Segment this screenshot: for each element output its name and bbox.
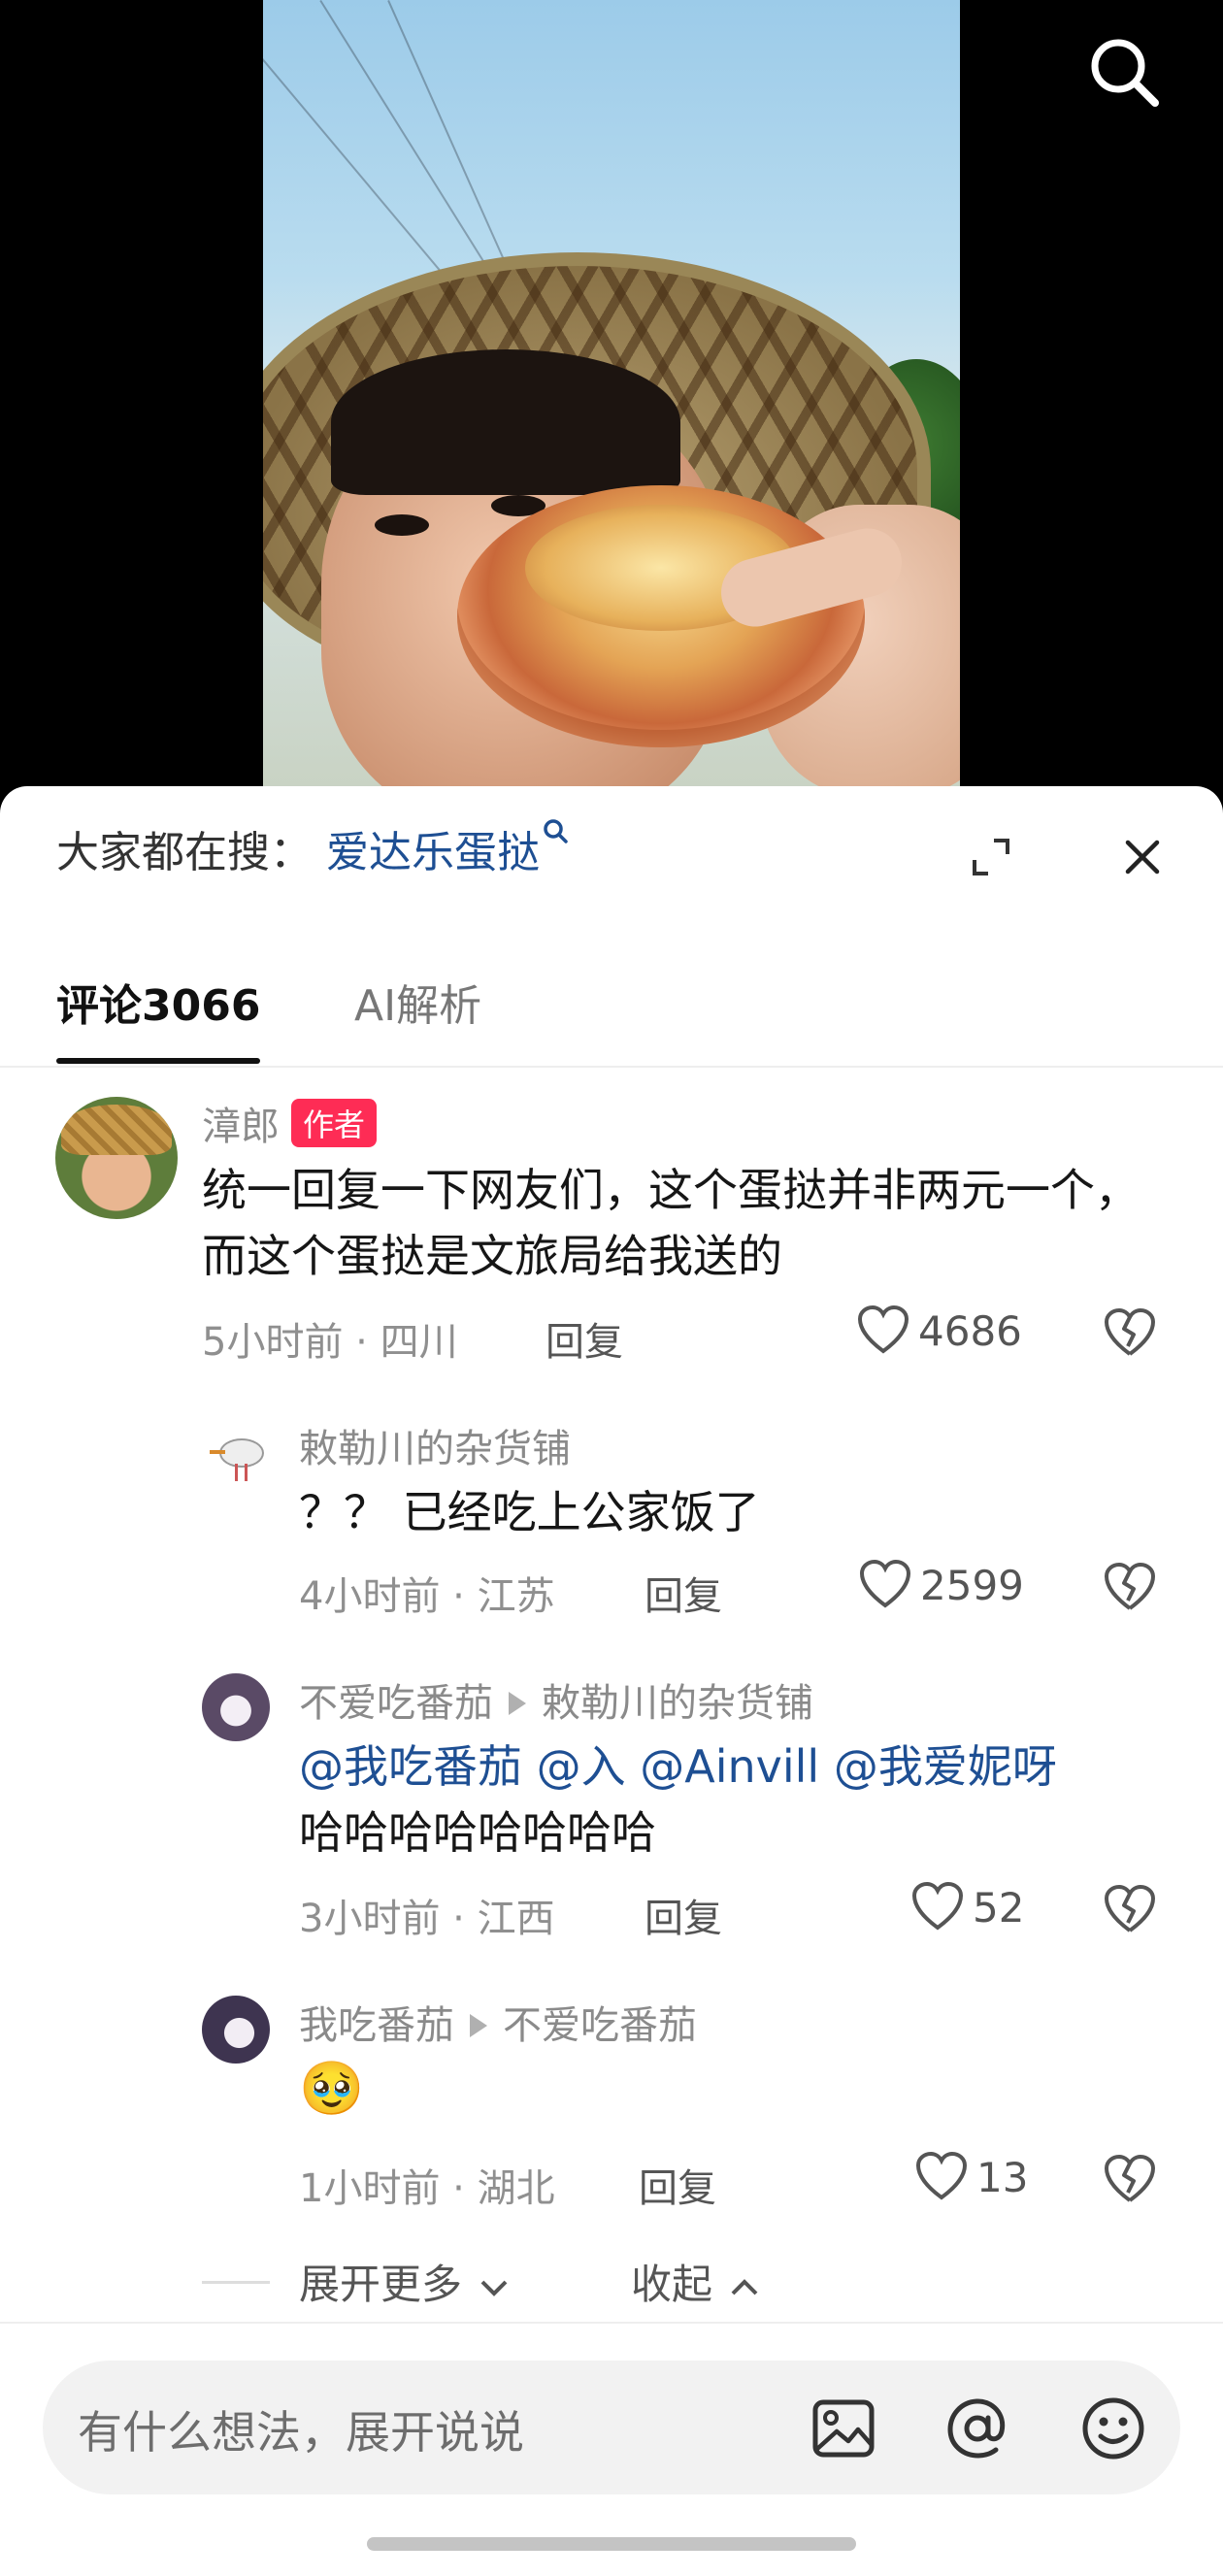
like-count: 13: [976, 2154, 1029, 2201]
like-button[interactable]: 13: [914, 2151, 1028, 2201]
expand-icon[interactable]: [967, 833, 1015, 881]
comment-text: 统一回复一下网友们，这个蛋挞并非两元一个，而这个蛋挞是文旅局给我送的: [202, 1164, 1140, 1282]
reply-to-username[interactable]: 不爱吃番茄: [503, 2003, 697, 2048]
mentions[interactable]: @我吃番茄 @入 @Ainvill @我爱妮呀: [299, 1734, 1173, 1800]
comment-meta: 1小时前 · 湖北: [299, 2166, 555, 2211]
comment-input-bar: 有什么想法，展开说说: [0, 2322, 1223, 2576]
avatar[interactable]: [202, 1996, 270, 2064]
broken-heart-icon[interactable]: [1103, 1560, 1157, 1614]
collapse-label: 收起: [631, 2261, 713, 2308]
username[interactable]: 漳郎: [202, 1105, 280, 1149]
comment-text: 哈哈哈哈哈哈哈哈: [299, 1806, 656, 1859]
chevron-up-icon: [731, 2279, 758, 2295]
hot-search: 大家都在搜： 爱达乐蛋挞: [56, 817, 569, 879]
hot-search-keyword[interactable]: 爱达乐蛋挞: [326, 828, 540, 877]
like-count: 52: [973, 1884, 1025, 1932]
tab-bar: 评论3066 AI解析: [0, 961, 1223, 1068]
heart-icon: [859, 1559, 911, 1608]
eye: [375, 514, 429, 536]
comment-meta: 3小时前 · 江西: [299, 1897, 555, 1941]
sky-wire: [263, 58, 470, 306]
broken-heart-icon[interactable]: [1103, 2152, 1157, 2206]
heart-icon: [915, 2151, 968, 2200]
broken-heart-icon[interactable]: [1103, 1882, 1157, 1936]
home-indicator[interactable]: [367, 2537, 856, 2551]
video-player[interactable]: [263, 0, 960, 786]
comment-meta: 5小时前 · 四川: [202, 1320, 458, 1365]
like-button[interactable]: 2599: [858, 1559, 1024, 1609]
reply-to-username[interactable]: 敕勒川的杂货铺: [542, 1681, 813, 1726]
input-placeholder: 有什么想法，展开说说: [78, 2406, 524, 2459]
hot-search-label: 大家都在搜：: [56, 828, 313, 877]
avatar[interactable]: [55, 1097, 178, 1219]
thread-controls: 展开更多 收起: [202, 2252, 881, 2310]
reply-button[interactable]: 回复: [645, 1565, 722, 1621]
emoji-icon[interactable]: [1079, 2394, 1147, 2462]
avatar[interactable]: [202, 1673, 270, 1741]
expand-more-button[interactable]: 展开更多: [299, 2252, 513, 2311]
comment-header: 我吃番茄 不爱吃番茄: [299, 1994, 697, 2050]
reply-button[interactable]: 回复: [639, 2157, 716, 2213]
avatar[interactable]: [202, 1419, 270, 1487]
comment-emoji: 🥹: [299, 2058, 365, 2119]
like-count: 2599: [920, 1562, 1024, 1609]
comment-sheet: 大家都在搜： 爱达乐蛋挞 评论3066 AI解析 漳郎 作者 统一回复一下网友们，这…: [0, 786, 1223, 2576]
chevron-down-icon: [480, 2280, 508, 2296]
comment-input[interactable]: 有什么想法，展开说说: [43, 2361, 1180, 2494]
reply-to-arrow-icon: [470, 2014, 487, 2037]
reply-button[interactable]: 回复: [545, 1310, 623, 1367]
search-small-icon: [544, 819, 568, 843]
like-button[interactable]: 4686: [856, 1305, 1022, 1355]
child-hair: [331, 349, 680, 495]
username[interactable]: 我吃番茄: [299, 2003, 454, 2048]
divider: [202, 2281, 270, 2284]
broken-heart-icon[interactable]: [1103, 1305, 1157, 1360]
reply-to-arrow-icon: [509, 1692, 526, 1715]
mention-icon[interactable]: [943, 2394, 1011, 2462]
like-count: 4686: [918, 1307, 1022, 1355]
comment-header: 不爱吃番茄 敕勒川的杂货铺: [299, 1671, 813, 1728]
comment-header: 漳郎 作者: [202, 1095, 378, 1151]
reply-button[interactable]: 回复: [645, 1887, 722, 1943]
username[interactable]: 不爱吃番茄: [299, 1681, 493, 1726]
comment-text: ？？ 已经吃上公家饭了: [299, 1486, 760, 1538]
heart-icon: [857, 1305, 909, 1354]
expand-more-label: 展开更多: [299, 2261, 463, 2308]
username[interactable]: 敕勒川的杂货铺: [299, 1417, 571, 1473]
heart-icon: [911, 1881, 964, 1931]
image-icon[interactable]: [810, 2394, 877, 2462]
collapse-button[interactable]: 收起: [631, 2252, 764, 2311]
like-button[interactable]: 52: [910, 1881, 1024, 1932]
search-icon[interactable]: [1085, 33, 1163, 111]
comment-meta: 4小时前 · 江苏: [299, 1574, 555, 1619]
tab-ai-analysis[interactable]: AI解析: [354, 971, 481, 1033]
author-badge: 作者: [291, 1099, 378, 1147]
tab-comments[interactable]: 评论3066: [56, 971, 261, 1064]
close-icon[interactable]: [1116, 831, 1169, 883]
